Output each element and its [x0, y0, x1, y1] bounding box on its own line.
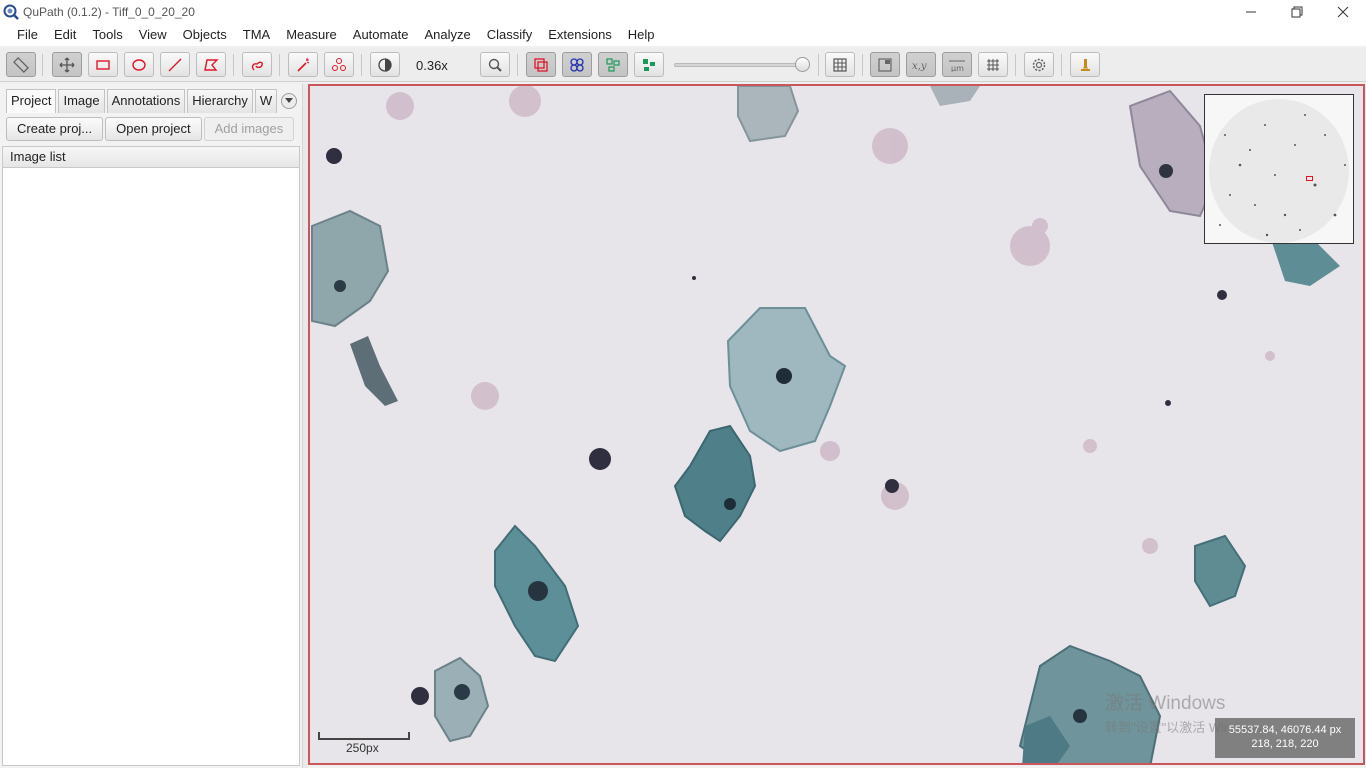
brightness-contrast-icon: [378, 57, 392, 72]
show-grid-icon: [987, 58, 999, 71]
measurement-table-button[interactable]: [825, 52, 855, 77]
show-detections-button[interactable]: [598, 52, 628, 77]
ellipse-tool-button[interactable]: [124, 52, 154, 77]
points-icon: [332, 57, 346, 71]
menu-objects[interactable]: Objects: [175, 24, 235, 46]
ellipse-icon: [132, 58, 146, 71]
overview-thumbnail: [1205, 95, 1353, 243]
image-list-header: Image list: [2, 146, 300, 168]
show-scalebar-icon: μm: [949, 60, 965, 72]
zoom-to-fit-button[interactable]: [480, 52, 510, 77]
line-icon: [168, 58, 182, 71]
opacity-slider-thumb[interactable]: [795, 57, 810, 72]
svg-text:x,y: x,y: [912, 61, 927, 72]
preferences-icon: [1032, 58, 1046, 71]
ruler-icon: [13, 56, 29, 73]
add-images-button[interactable]: Add images: [203, 117, 295, 141]
polygon-icon: [204, 58, 219, 71]
create-project-button[interactable]: Create proj...: [6, 117, 104, 141]
show-location-button[interactable]: x,y: [906, 52, 936, 77]
tab-project[interactable]: Project: [6, 89, 57, 113]
tab-overflow-button[interactable]: [281, 93, 298, 109]
cursor-location-readout: 55537.84, 46076.44 px 218, 218, 220: [1215, 718, 1355, 758]
chevron-down-icon: [285, 98, 294, 103]
show-annotations-icon: [534, 57, 548, 72]
menu-view[interactable]: View: [131, 24, 175, 46]
measurement-table-icon: [833, 57, 847, 72]
preferences-button[interactable]: [1024, 52, 1054, 77]
scalebar-label: 250px: [346, 741, 379, 755]
menu-file[interactable]: File: [9, 24, 46, 46]
analysis-tabs: Project Image Annotations Hierarchy W: [6, 89, 298, 113]
restore-icon: [1291, 6, 1303, 18]
title-bar: QuPath (0.1.2) - Tiff_0_0_20_20: [0, 0, 1366, 24]
window-controls: [1228, 0, 1366, 24]
zoom-to-fit-icon: [488, 58, 502, 72]
brush-tool-button[interactable]: [242, 52, 272, 77]
svg-text:μm: μm: [951, 64, 964, 72]
image-viewer[interactable]: 250px 激活 Windows 转到"设置"以激活 Windows。 5553…: [308, 84, 1365, 765]
cursor-rgb-values: 218, 218, 220: [1251, 738, 1319, 750]
show-overview-icon: [878, 57, 892, 72]
cursor-coordinates: 55537.84, 46076.44 px: [1228, 724, 1342, 736]
main-toolbar: 0.36x x,y μm: [0, 48, 1366, 82]
menu-help[interactable]: Help: [620, 24, 663, 46]
qupath-logo-icon: [3, 4, 19, 20]
tab-image[interactable]: Image: [58, 89, 105, 113]
menu-tools[interactable]: Tools: [84, 24, 130, 46]
show-grid-button[interactable]: [978, 52, 1008, 77]
show-tma-grid-button[interactable]: [562, 52, 592, 77]
menu-bar: File Edit Tools View Objects TMA Measure…: [0, 24, 1366, 46]
open-project-button[interactable]: Open project: [105, 117, 202, 141]
scalebar: [318, 732, 410, 740]
log-icon: [1081, 58, 1090, 71]
show-location-icon: x,y: [912, 61, 927, 72]
zoom-level: 0.36x: [416, 58, 448, 73]
window-title: QuPath (0.1.2) - Tiff_0_0_20_20: [23, 5, 195, 19]
wand-tool-button[interactable]: [288, 52, 318, 77]
log-button[interactable]: [1070, 52, 1100, 77]
menu-analyze[interactable]: Analyze: [416, 24, 478, 46]
watermark-line-1: 激活 Windows: [1105, 693, 1226, 714]
move-icon: [59, 57, 75, 72]
rectangle-tool-button[interactable]: [88, 52, 118, 77]
close-icon: [1337, 6, 1349, 18]
show-detections-icon: [606, 57, 620, 72]
restore-button[interactable]: [1274, 0, 1320, 24]
slide-overview[interactable]: [1204, 94, 1354, 244]
show-overview-button[interactable]: [870, 52, 900, 77]
menu-measure[interactable]: Measure: [278, 24, 345, 46]
show-annotations-button[interactable]: [526, 52, 556, 77]
menu-classify[interactable]: Classify: [479, 24, 541, 46]
tab-hierarchy[interactable]: Hierarchy: [187, 89, 253, 113]
brush-icon: [251, 61, 263, 70]
fill-detections-icon: [643, 58, 655, 71]
brightness-contrast-button[interactable]: [370, 52, 400, 77]
show-tma-grid-icon: [570, 57, 584, 72]
move-tool-button[interactable]: [52, 52, 82, 77]
show-scalebar-button[interactable]: μm: [942, 52, 972, 77]
menu-extensions[interactable]: Extensions: [540, 24, 620, 46]
ruler-tool-button[interactable]: [6, 52, 36, 77]
project-buttons: Create proj... Open project Add images: [6, 117, 296, 141]
image-list[interactable]: [2, 168, 300, 766]
menu-tma[interactable]: TMA: [235, 24, 278, 46]
rectangle-icon: [96, 59, 110, 70]
polygon-tool-button[interactable]: [196, 52, 226, 77]
wand-icon: [297, 57, 310, 72]
minimize-icon: [1246, 11, 1256, 13]
close-button[interactable]: [1320, 0, 1366, 24]
points-tool-button[interactable]: [324, 52, 354, 77]
line-tool-button[interactable]: [160, 52, 190, 77]
overview-viewport-indicator: [1306, 176, 1313, 181]
left-panel: Project Image Annotations Hierarchy W Cr…: [0, 84, 302, 768]
tab-annotations[interactable]: Annotations: [106, 89, 186, 113]
menu-automate[interactable]: Automate: [345, 24, 417, 46]
minimize-button[interactable]: [1228, 0, 1274, 24]
fill-detections-button[interactable]: [634, 52, 664, 77]
menu-edit[interactable]: Edit: [46, 24, 84, 46]
opacity-slider[interactable]: [674, 63, 810, 67]
tab-workflow[interactable]: W: [254, 89, 278, 113]
